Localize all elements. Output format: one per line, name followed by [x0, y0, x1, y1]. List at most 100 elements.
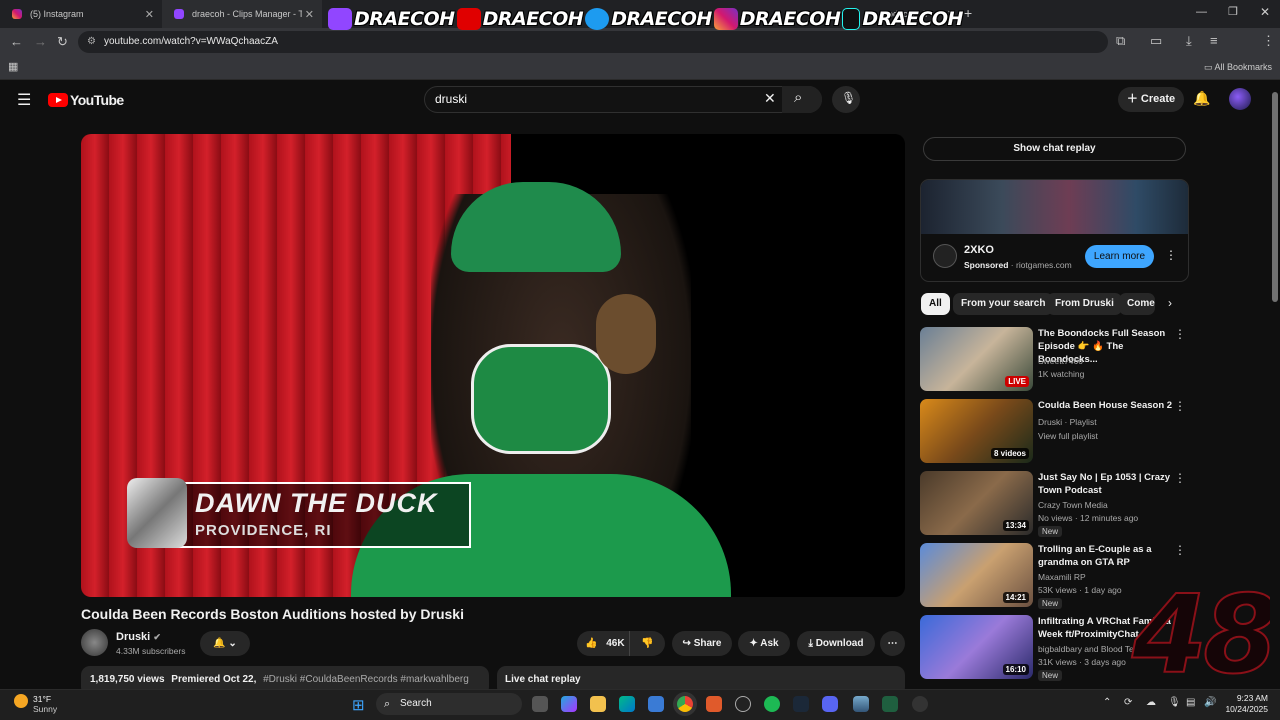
- chip-comedy[interactable]: Comedy: [1119, 293, 1155, 315]
- browser-menu-icon[interactable]: ⋮: [1262, 33, 1275, 49]
- recommendation-item[interactable]: LIVE The Boondocks Full Season Episode 👉…: [920, 327, 1188, 391]
- like-button[interactable]: 👍 46K: [577, 631, 629, 656]
- chrome-icon[interactable]: [677, 696, 693, 712]
- voice-search-button[interactable]: 🎙: [832, 86, 860, 113]
- show-chat-replay-button[interactable]: Show chat replay: [923, 137, 1186, 161]
- copilot-icon[interactable]: [561, 696, 577, 712]
- weather-sun-icon[interactable]: [14, 694, 28, 708]
- restore-icon[interactable]: ❐: [1228, 5, 1238, 18]
- task-view-icon[interactable]: [532, 696, 548, 712]
- youtube-logo[interactable]: YouTube: [48, 92, 124, 108]
- all-bookmarks-folder[interactable]: ▭ All Bookmarks: [1204, 62, 1272, 73]
- dislike-button[interactable]: 👎: [629, 631, 665, 656]
- microphone-icon[interactable]: 🎙: [1168, 697, 1181, 708]
- search-icon: ⌕: [384, 698, 391, 710]
- item-menu-icon[interactable]: ⋮: [1174, 327, 1186, 341]
- store-icon[interactable]: [648, 696, 664, 712]
- reload-icon[interactable]: ↻: [57, 34, 68, 50]
- edge-icon[interactable]: [619, 696, 635, 712]
- apps-grid-icon[interactable]: ▦: [8, 60, 18, 73]
- search-button[interactable]: ⌕: [782, 86, 822, 113]
- item-menu-icon[interactable]: ⋮: [1174, 471, 1186, 485]
- new-badge: New: [1038, 670, 1063, 681]
- share-arrow-icon: ↪: [682, 638, 694, 649]
- thumbnail[interactable]: 8 videos: [920, 399, 1033, 463]
- close-window-icon[interactable]: ✕: [1260, 5, 1270, 19]
- item-menu-icon[interactable]: ⋮: [1174, 399, 1186, 413]
- clock[interactable]: 9:23 AM 10/24/2025: [1222, 693, 1268, 715]
- forward-icon[interactable]: →: [34, 34, 47, 49]
- video-title: Coulda Been Records Boston Auditions hos…: [81, 606, 464, 622]
- video-player[interactable]: DAWN THE DUCK PROVIDENCE, RI: [81, 134, 905, 597]
- tab-twitch-clips[interactable]: draecoh - Clips Manager - Twitch ✕: [162, 0, 322, 28]
- sidepanel-icon[interactable]: ▭: [1150, 33, 1162, 49]
- minimize-icon[interactable]: —: [1196, 6, 1207, 18]
- excel-icon[interactable]: [882, 696, 898, 712]
- cloud-icon[interactable]: ☁: [1146, 697, 1156, 708]
- scrollbar-thumb[interactable]: [1272, 92, 1278, 302]
- address-bar[interactable]: ⚙ youtube.com/watch?v=WWaQchaacZA: [78, 31, 1108, 53]
- site-info-icon[interactable]: ⚙: [87, 31, 96, 53]
- learn-more-button[interactable]: Learn more: [1085, 245, 1154, 268]
- stream-counter-overlay: 48: [1131, 573, 1279, 698]
- back-icon[interactable]: ←: [10, 34, 23, 49]
- recommendation-item[interactable]: 8 videos Coulda Been House Season 2 Drus…: [920, 399, 1188, 463]
- sync-icon[interactable]: ⟳: [1124, 697, 1132, 708]
- ad-menu-icon[interactable]: ⋮: [1165, 248, 1177, 262]
- discord-icon[interactable]: [822, 696, 838, 712]
- hamburger-menu-icon[interactable]: ☰: [17, 90, 31, 110]
- spotify-icon[interactable]: [764, 696, 780, 712]
- thumbnail[interactable]: 14:21: [920, 543, 1033, 607]
- network-icon[interactable]: ▤: [1186, 697, 1195, 708]
- weather-widget[interactable]: 31°F Sunny: [33, 694, 57, 714]
- download-button[interactable]: ⤓ Download: [797, 631, 875, 656]
- obs-icon[interactable]: [735, 696, 751, 712]
- chip-from-druski[interactable]: From Druski: [1047, 293, 1122, 315]
- thumbnail[interactable]: 16:10: [920, 615, 1033, 679]
- channel-name[interactable]: Druski ✔: [116, 631, 161, 643]
- thumbnail[interactable]: LIVE: [920, 327, 1033, 391]
- new-tab-button[interactable]: +: [964, 5, 972, 21]
- channel-avatar[interactable]: [81, 629, 108, 656]
- bookmarks-bar: ▦ ▭ All Bookmarks: [0, 56, 1280, 80]
- item-menu-icon[interactable]: ⋮: [1174, 543, 1186, 557]
- search-input[interactable]: druski: [424, 86, 822, 113]
- ask-button[interactable]: ✦ Ask: [738, 631, 790, 656]
- download-icon[interactable]: ⤓: [1186, 33, 1192, 49]
- brave-icon[interactable]: [706, 696, 722, 712]
- new-badge: New: [1038, 526, 1063, 537]
- more-actions-button[interactable]: ⋯: [880, 631, 905, 656]
- extensions-icon[interactable]: ⧉: [1116, 33, 1125, 49]
- twitch-handle: DRAECOH: [328, 8, 455, 30]
- account-avatar[interactable]: [1229, 88, 1251, 110]
- photos-icon[interactable]: [853, 696, 869, 712]
- taskbar-search-box[interactable]: ⌕ Search: [376, 693, 522, 715]
- thumbnail[interactable]: 13:34: [920, 471, 1033, 535]
- share-button[interactable]: ↪ Share: [672, 631, 732, 656]
- create-button[interactable]: ＋ Create: [1118, 87, 1184, 112]
- plus-icon: ＋: [1126, 93, 1141, 105]
- tab-instagram[interactable]: (5) Instagram ✕: [0, 0, 162, 28]
- tiktok-icon: [842, 8, 861, 30]
- close-tab-icon[interactable]: ✕: [145, 8, 154, 21]
- chip-from-your-search[interactable]: From your search: [953, 293, 1054, 315]
- chevron-up-icon[interactable]: ⌃: [1103, 697, 1111, 708]
- advertiser-logo: [933, 244, 957, 268]
- chevron-right-icon[interactable]: ›: [1168, 296, 1172, 310]
- file-explorer-icon[interactable]: [590, 696, 606, 712]
- windows-start-icon[interactable]: ⊞: [352, 696, 365, 714]
- close-tab-icon[interactable]: ✕: [305, 8, 314, 21]
- chip-all[interactable]: All: [921, 293, 950, 315]
- ad-banner-image: [921, 180, 1188, 234]
- page-scrollbar[interactable]: [1270, 80, 1280, 689]
- sponsored-ad-card[interactable]: 2XKO Sponsored · riotgames.com Learn mor…: [920, 179, 1189, 282]
- steam-icon[interactable]: [793, 696, 809, 712]
- media-controls-icon[interactable]: ≡: [1210, 33, 1218, 48]
- notifications-bell-icon[interactable]: 🔔: [1193, 90, 1210, 107]
- instagram-icon: [713, 8, 738, 30]
- settings-gear-icon[interactable]: [912, 696, 928, 712]
- volume-icon[interactable]: 🔊: [1204, 697, 1216, 708]
- clear-search-icon[interactable]: ✕: [764, 90, 776, 107]
- subscribed-button[interactable]: 🔔 ⌄: [200, 631, 250, 656]
- recommendation-item[interactable]: 13:34 Just Say No | Ep 1053 | Crazy Town…: [920, 471, 1188, 537]
